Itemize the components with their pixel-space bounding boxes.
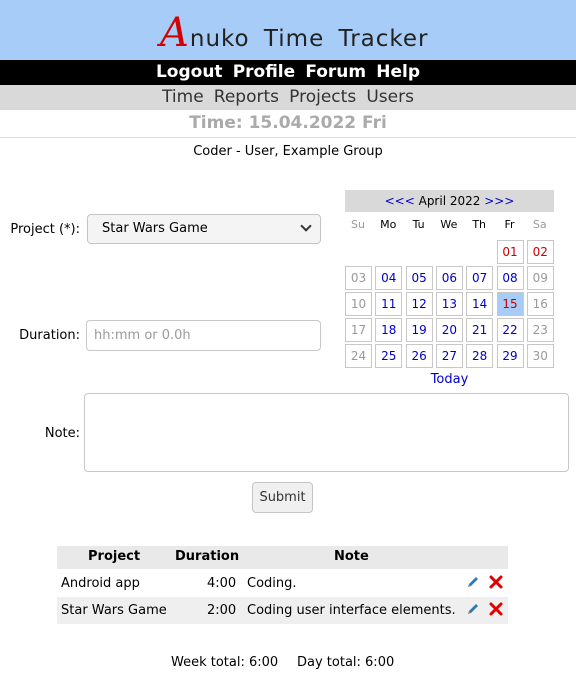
column-header-duration: Duration — [175, 549, 240, 564]
calendar-day[interactable]: 19 — [405, 318, 433, 342]
calendar-day[interactable]: 18 — [375, 318, 403, 342]
calendar-day[interactable]: 10 — [345, 292, 372, 316]
note-label: Note: — [44, 426, 80, 441]
calendar-day[interactable]: 03 — [345, 266, 372, 290]
calendar-day[interactable]: 30 — [526, 344, 554, 368]
page-title: Time: 15.04.2022 Fri — [189, 113, 387, 133]
duration-input[interactable] — [86, 320, 321, 351]
project-select-value: Star Wars Game — [102, 221, 208, 236]
column-header-project: Project — [88, 549, 141, 564]
chevron-down-icon — [300, 220, 312, 232]
calendar-day[interactable]: 09 — [526, 266, 554, 290]
calendar-day[interactable]: 24 — [345, 344, 372, 368]
submenu-projects[interactable]: Projects — [289, 87, 356, 107]
row-duration: 4:00 — [207, 576, 237, 591]
delete-icon[interactable] — [489, 602, 503, 616]
submit-button[interactable]: Submit — [252, 482, 313, 513]
calendar-day[interactable]: 01 — [496, 240, 524, 264]
row-project: Star Wars Game — [61, 603, 167, 618]
calendar-day[interactable]: 04 — [375, 266, 403, 290]
calendar-today-link[interactable]: Today — [345, 372, 554, 387]
calendar-next-month[interactable]: >>> — [484, 194, 514, 208]
column-header-note: Note — [334, 549, 369, 564]
top-menu: Logout Profile Forum Help — [0, 60, 576, 85]
calendar-day[interactable]: 29 — [496, 344, 524, 368]
calendar-weekday: Tu — [412, 218, 425, 231]
menu-forum[interactable]: Forum — [305, 62, 366, 82]
calendar-day[interactable]: 05 — [405, 266, 433, 290]
calendar-day[interactable]: 16 — [526, 292, 554, 316]
calendar-day[interactable]: 20 — [435, 318, 463, 342]
calendar-weekday: Fr — [504, 218, 515, 231]
calendar-weekday: Su — [351, 218, 365, 231]
calendar-day[interactable]: 14 — [466, 292, 494, 316]
row-note: Coding user interface elements. — [247, 603, 456, 618]
project-select[interactable]: Star Wars Game — [87, 214, 321, 244]
calendar-weekday: Th — [472, 218, 487, 231]
calendar-day[interactable]: 28 — [466, 344, 494, 368]
project-label: Project (*): — [10, 222, 80, 237]
calendar-day[interactable]: 07 — [466, 266, 494, 290]
row-duration: 2:00 — [207, 603, 237, 618]
edit-icon[interactable] — [466, 575, 480, 589]
divider — [0, 137, 576, 138]
menu-logout[interactable]: Logout — [156, 62, 223, 82]
calendar-weekday: Sa — [532, 218, 547, 231]
calendar-day[interactable]: 15 — [496, 292, 524, 316]
menu-help[interactable]: Help — [376, 62, 420, 82]
calendar-day[interactable]: 23 — [526, 318, 554, 342]
calendar-month-label: April 2022 — [418, 194, 481, 208]
calendar-weekday: Mo — [380, 218, 397, 231]
calendar-header: <<< April 2022 >>> — [345, 190, 554, 212]
row-note: Coding. — [247, 576, 297, 591]
user-info: Coder - User, Example Group — [193, 144, 383, 159]
calendar-day[interactable]: 21 — [466, 318, 494, 342]
submenu-time[interactable]: Time — [162, 87, 204, 107]
calendar-day[interactable]: 08 — [496, 266, 524, 290]
week-total: Week total: 6:00 — [171, 655, 279, 670]
table-row: Star Wars Game 2:00 Coding user interfac… — [57, 597, 508, 624]
calendar-day[interactable]: 26 — [405, 344, 433, 368]
submenu-reports[interactable]: Reports — [214, 87, 279, 107]
submenu-users[interactable]: Users — [366, 87, 414, 107]
calendar-day[interactable]: 17 — [345, 318, 372, 342]
brand-banner: Anuko Time Tracker — [0, 0, 576, 60]
calendar-day[interactable]: 02 — [526, 240, 554, 264]
calendar-day[interactable]: 13 — [435, 292, 463, 316]
calendar-day[interactable]: 06 — [435, 266, 463, 290]
logo-letter: A — [160, 10, 190, 56]
edit-icon[interactable] — [466, 602, 480, 616]
row-project: Android app — [61, 576, 140, 591]
app-logo: Anuko Time Tracker — [160, 10, 429, 56]
note-textarea[interactable] — [84, 393, 569, 472]
day-total: Day total: 6:00 — [297, 655, 395, 670]
sub-menu: Time Reports Projects Users — [0, 85, 576, 110]
calendar-day[interactable]: 22 — [496, 318, 524, 342]
menu-profile[interactable]: Profile — [233, 62, 295, 82]
duration-label: Duration: — [19, 328, 80, 343]
calendar-day[interactable]: 25 — [375, 344, 403, 368]
calendar-weekday: We — [440, 218, 458, 231]
logo-text: nuko Time Tracker — [189, 26, 429, 52]
calendar-day[interactable]: 12 — [405, 292, 433, 316]
calendar-prev-month[interactable]: <<< — [385, 194, 415, 208]
calendar-day[interactable]: 11 — [375, 292, 403, 316]
calendar-day[interactable]: 27 — [435, 344, 463, 368]
table-row: Android app 4:00 Coding. — [57, 570, 508, 597]
delete-icon[interactable] — [489, 575, 503, 589]
